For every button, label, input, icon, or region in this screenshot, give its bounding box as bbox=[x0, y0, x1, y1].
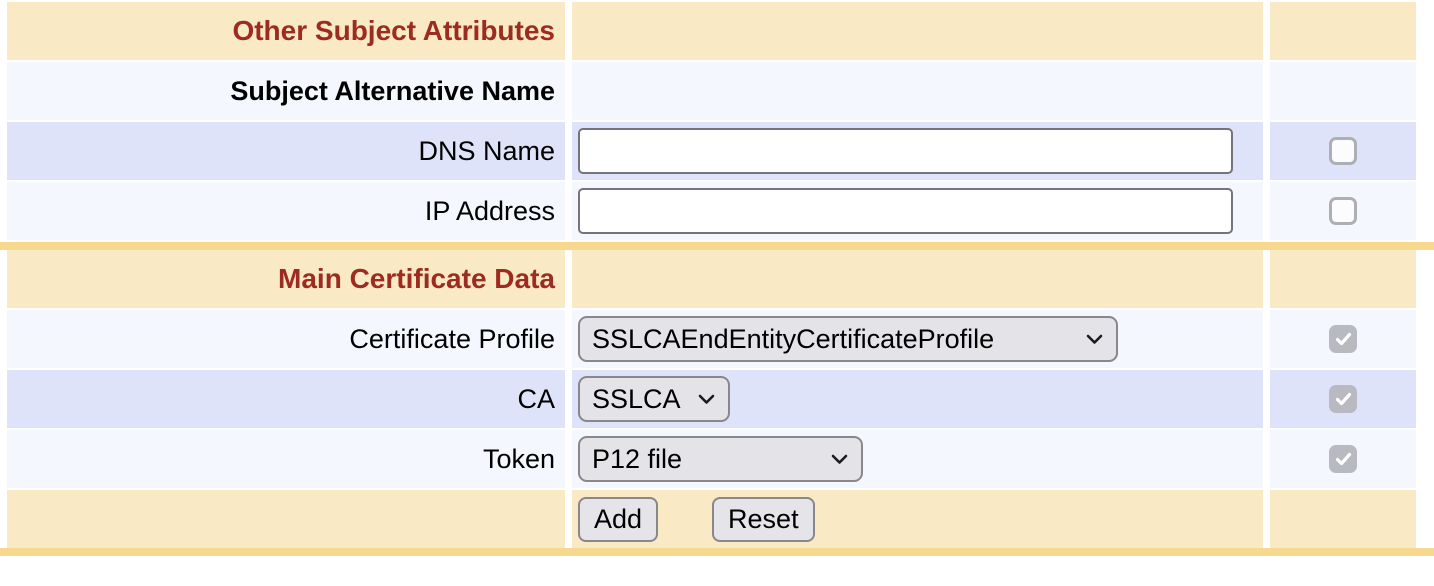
section-title-other-subject-attributes: Other Subject Attributes bbox=[232, 15, 555, 47]
section-header-spacer bbox=[1270, 250, 1416, 308]
check-icon bbox=[1335, 452, 1352, 466]
ip-address-label: IP Address bbox=[425, 196, 555, 227]
certificate-profile-label: Certificate Profile bbox=[349, 324, 555, 355]
dns-name-row: DNS Name bbox=[7, 122, 1416, 180]
ip-address-row: IP Address bbox=[7, 182, 1416, 240]
section-header-main-certificate-data: Main Certificate Data bbox=[7, 250, 1416, 308]
section-title-main-certificate-data: Main Certificate Data bbox=[278, 263, 555, 295]
certificate-profile-select[interactable]: SSLCAEndEntityCertificateProfile bbox=[578, 316, 1118, 362]
section-header-spacer bbox=[1270, 2, 1416, 60]
certificate-profile-row: Certificate Profile SSLCAEndEntityCertif… bbox=[7, 310, 1416, 368]
section-separator bbox=[0, 548, 1434, 556]
check-icon bbox=[1335, 332, 1352, 346]
dns-name-input[interactable] bbox=[578, 128, 1233, 174]
actions-spacer bbox=[7, 490, 565, 548]
form-actions-row: Add Reset bbox=[7, 490, 1416, 548]
ca-row: CA SSLCA bbox=[7, 370, 1416, 428]
dns-name-checkbox[interactable] bbox=[1329, 137, 1357, 165]
ca-select[interactable]: SSLCA bbox=[578, 376, 730, 422]
subject-alternative-name-row: Subject Alternative Name bbox=[7, 62, 1416, 120]
token-label: Token bbox=[483, 444, 555, 475]
actions-spacer bbox=[1270, 490, 1416, 548]
dns-name-label: DNS Name bbox=[418, 136, 555, 167]
chevron-down-icon bbox=[698, 394, 715, 405]
check-icon bbox=[1335, 392, 1352, 406]
chevron-down-icon bbox=[831, 454, 848, 465]
token-checkbox[interactable] bbox=[1329, 445, 1357, 473]
add-button[interactable]: Add bbox=[578, 497, 658, 542]
reset-button[interactable]: Reset bbox=[712, 497, 815, 542]
ca-label: CA bbox=[517, 384, 555, 415]
subheading-spacer bbox=[572, 62, 1263, 120]
subject-alternative-name-heading: Subject Alternative Name bbox=[230, 76, 555, 107]
token-select[interactable]: P12 file bbox=[578, 436, 863, 482]
add-end-entity-form: Other Subject Attributes Subject Alterna… bbox=[0, 0, 1434, 586]
token-row: Token P12 file bbox=[7, 430, 1416, 488]
ip-address-input[interactable] bbox=[578, 188, 1233, 234]
section-separator bbox=[0, 242, 1434, 250]
ip-address-checkbox[interactable] bbox=[1329, 197, 1357, 225]
chevron-down-icon bbox=[1086, 334, 1103, 345]
section-header-spacer bbox=[572, 250, 1263, 308]
section-header-spacer bbox=[572, 2, 1263, 60]
section-header-other-subject-attributes: Other Subject Attributes bbox=[7, 2, 1416, 60]
certificate-profile-checkbox[interactable] bbox=[1329, 325, 1357, 353]
subheading-spacer bbox=[1270, 62, 1416, 120]
ca-checkbox[interactable] bbox=[1329, 385, 1357, 413]
